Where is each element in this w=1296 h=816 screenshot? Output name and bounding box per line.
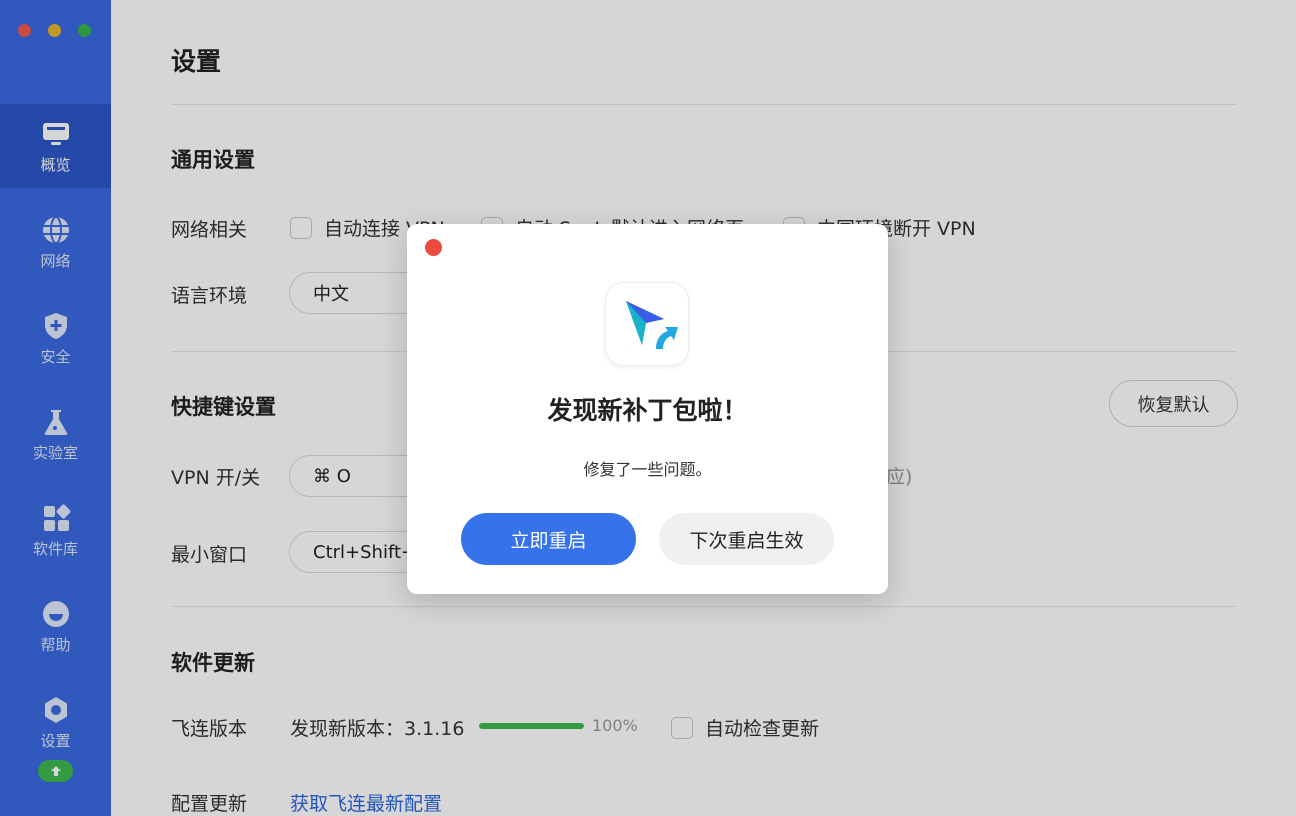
app-logo-icon [605, 282, 689, 366]
restart-now-button[interactable]: 立即重启 [461, 513, 636, 565]
dialog-title: 发现新补丁包啦！ [547, 396, 748, 425]
restart-later-button[interactable]: 下次重启生效 [659, 513, 834, 565]
patch-update-dialog: 发现新补丁包啦！ 修复了一些问题。 立即重启 下次重启生效 [407, 224, 888, 594]
dialog-message: 修复了一些问题。 [583, 460, 712, 479]
dialog-close-button[interactable] [425, 239, 442, 256]
